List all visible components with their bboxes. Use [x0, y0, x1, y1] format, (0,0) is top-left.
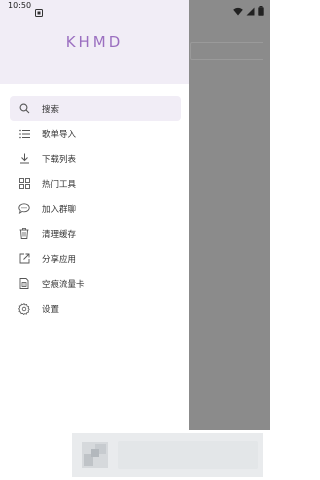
notification-icon	[35, 2, 43, 17]
menu-item-share-app[interactable]: 分享应用	[10, 246, 181, 271]
chat-icon	[18, 203, 30, 215]
menu-item-label: 热门工具	[42, 179, 77, 190]
status-time: 10:50	[8, 1, 32, 10]
menu-item-clear-cache[interactable]: 清理缓存	[10, 221, 181, 246]
menu-item-data-card[interactable]: 空痕流量卡	[10, 271, 181, 296]
background-search-field	[190, 42, 263, 60]
download-icon	[18, 153, 30, 165]
settings-icon	[18, 302, 30, 315]
menu-item-label: 加入群聊	[42, 204, 77, 215]
menu-item-playlist-import[interactable]: 歌单导入	[10, 121, 181, 146]
signal-icon	[246, 1, 255, 20]
menu-item-label: 设置	[42, 304, 60, 315]
menu-item-join-group[interactable]: 加入群聊	[10, 196, 181, 221]
menu-item-label: 分享应用	[42, 254, 77, 265]
battery-icon	[258, 1, 264, 20]
list-icon	[18, 128, 30, 140]
navigation-drawer: KHMD 搜索 歌单导入 下载列表 热门工具 加入群聊 清理缓存 分享应用 空痕…	[0, 0, 189, 430]
menu-item-settings[interactable]: 设置	[10, 296, 181, 321]
banner-logo-icon	[80, 440, 110, 470]
menu-item-search[interactable]: 搜索	[10, 96, 181, 121]
menu-item-label: 搜索	[42, 104, 60, 115]
menu-item-label: 歌单导入	[42, 129, 77, 140]
banner-content	[118, 441, 258, 469]
menu-item-label: 清理缓存	[42, 229, 77, 240]
status-bar: 10:50	[0, 0, 270, 17]
bottom-banner[interactable]	[72, 433, 263, 477]
search-icon	[18, 103, 30, 115]
drawer-menu: 搜索 歌单导入 下载列表 热门工具 加入群聊 清理缓存 分享应用 空痕流量卡 设…	[10, 96, 181, 321]
wifi-icon	[233, 1, 243, 20]
app-brand: KHMD	[65, 33, 124, 51]
menu-item-download-list[interactable]: 下载列表	[10, 146, 181, 171]
sim-card-icon	[18, 278, 30, 290]
menu-item-label: 空痕流量卡	[42, 279, 85, 290]
share-icon	[18, 253, 30, 265]
trash-icon	[18, 228, 30, 240]
grid-icon	[18, 178, 30, 190]
menu-item-label: 下载列表	[42, 154, 77, 165]
menu-item-popular-tools[interactable]: 热门工具	[10, 171, 181, 196]
